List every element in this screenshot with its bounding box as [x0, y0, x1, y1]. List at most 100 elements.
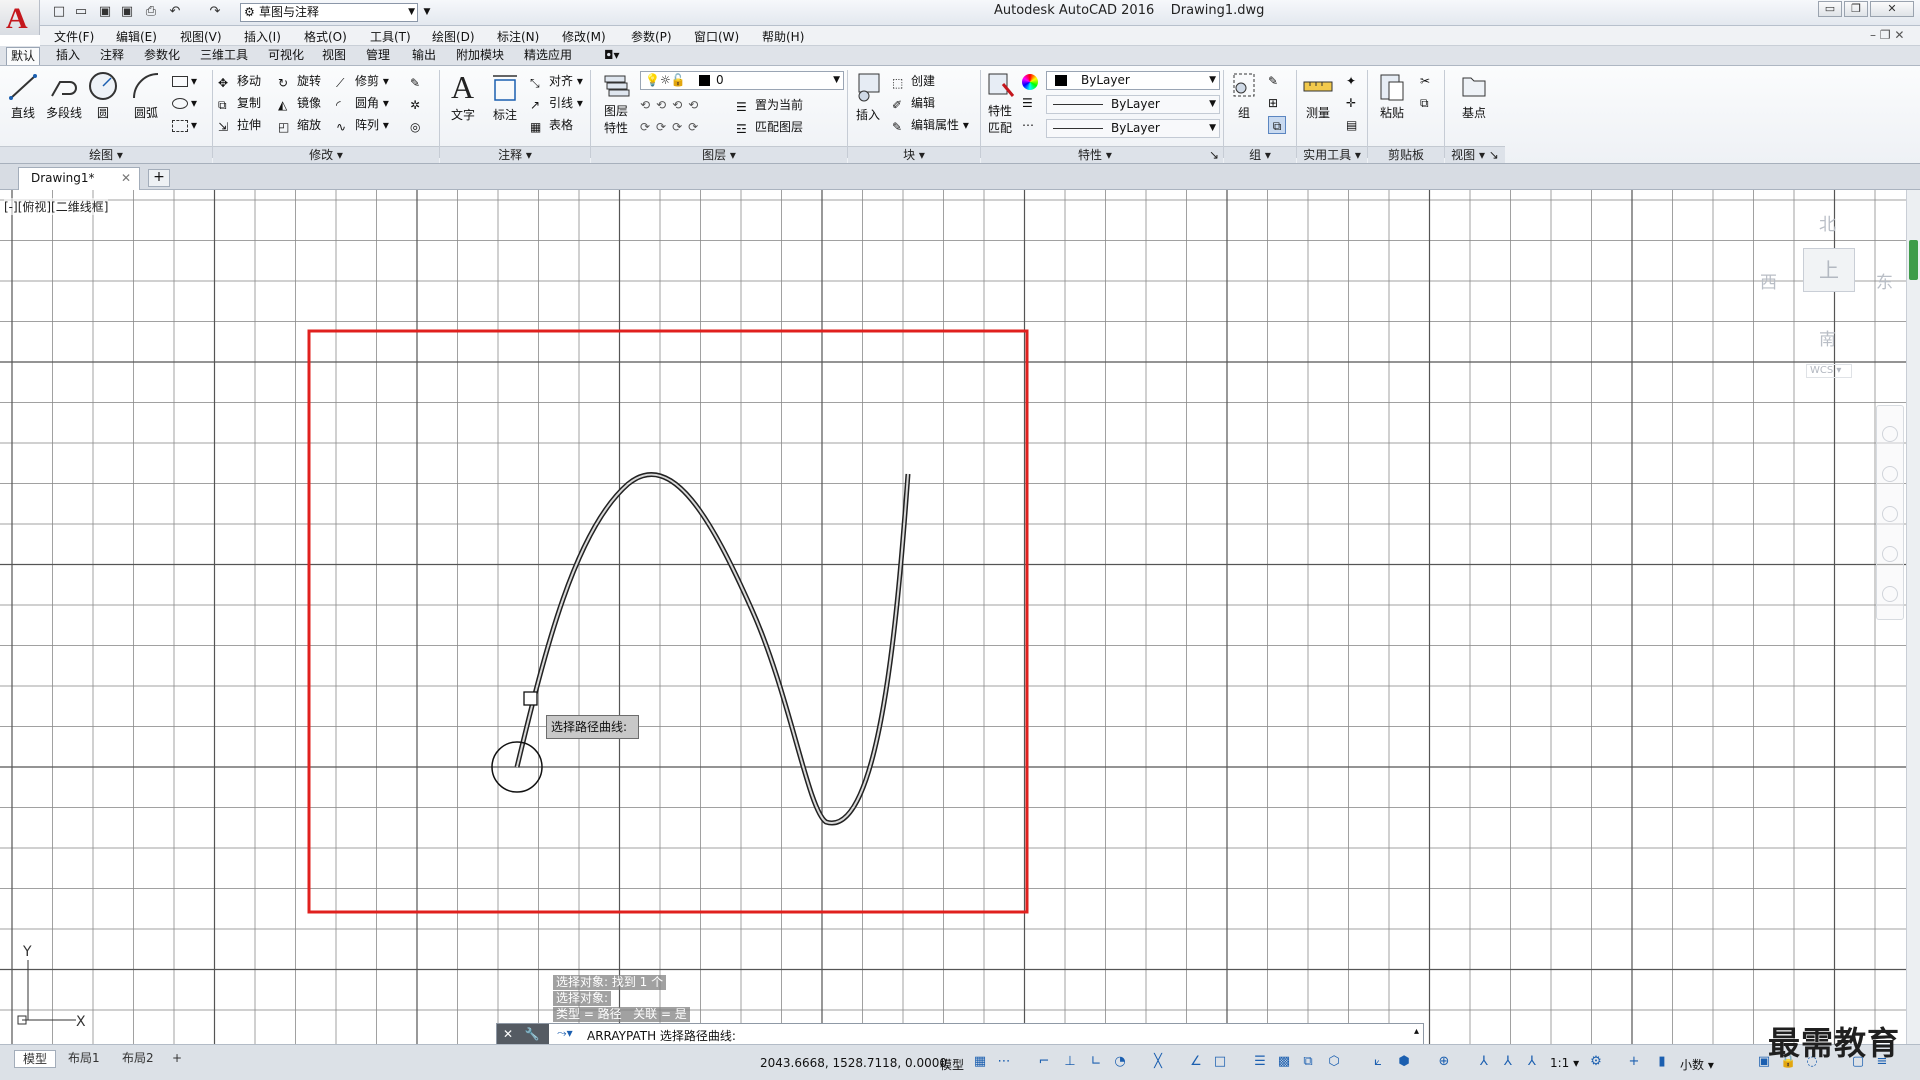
copy-button[interactable]: ⧉ 复制 [218, 94, 261, 112]
infer-constraints-icon[interactable]: ⌐ [1036, 1054, 1052, 1070]
viewcube-east[interactable]: 东 [1876, 268, 1893, 293]
3d-osnap-icon[interactable]: ⬡ [1326, 1054, 1342, 1070]
tab-output[interactable]: 输出 [408, 47, 440, 65]
point-icon[interactable]: ✛ [1346, 94, 1356, 112]
ungroup-icon[interactable]: ✎ [1268, 72, 1278, 90]
tab-default[interactable]: 默认 [6, 47, 41, 65]
viewcube-south[interactable]: 南 [1819, 325, 1836, 350]
erase-button[interactable]: ✎ [410, 72, 429, 90]
offset-button[interactable]: ◎ [410, 116, 429, 134]
modify-panel-title[interactable]: 修改 ▾ [213, 146, 439, 163]
match-layer-button[interactable]: ☲ 匹配图层 [736, 118, 803, 136]
tab-addins[interactable]: 附加模块 [452, 47, 508, 65]
edit-attributes-button[interactable]: ✎ 编辑属性 ▾ [892, 116, 969, 134]
color-wheel-icon[interactable] [1022, 72, 1041, 90]
circle-button[interactable]: 圆 [86, 70, 120, 121]
layer-tools-row-1[interactable]: ⟲⟲⟲⟲ [640, 96, 704, 114]
showmotion-icon[interactable] [1882, 586, 1898, 602]
draw-panel-title[interactable]: 绘图 ▾ [0, 146, 212, 163]
set-current-button[interactable]: ☰ 置为当前 [736, 96, 803, 114]
hatch-button[interactable]: ▾ [172, 116, 197, 134]
wcs-menu[interactable]: WCS ▾ [1806, 364, 1852, 378]
selection-cycling-icon[interactable]: ⧉ [1300, 1054, 1316, 1070]
view-panel-title[interactable]: 视图 ▾ ↘ [1445, 146, 1505, 163]
menu-modify[interactable]: 修改(M) [562, 28, 606, 45]
block-panel-title[interactable]: 块 ▾ [848, 146, 980, 163]
linetype-select[interactable]: ByLayer ▼ [1046, 95, 1220, 114]
groups-panel-title[interactable]: 组 ▾ [1224, 146, 1296, 163]
trim-button[interactable]: ⟋ 修剪 ▾ [336, 72, 389, 90]
snap-mode-icon[interactable]: ⋯ [996, 1054, 1012, 1070]
isometric-icon[interactable]: ╳ [1150, 1054, 1166, 1070]
dimension-button[interactable]: 标注 [486, 70, 524, 123]
close-button[interactable]: ✕ [1870, 1, 1914, 17]
mirror-button[interactable]: ◭ 镜像 [278, 94, 321, 112]
lineweight-select[interactable]: ByLayer ▼ [1046, 119, 1220, 138]
units-icon[interactable]: ▮ [1654, 1054, 1670, 1070]
insert-block-button[interactable]: 插入 [850, 70, 886, 123]
scale-button[interactable]: ◰ 缩放 [278, 116, 321, 134]
menu-file[interactable]: 文件(F) [54, 28, 94, 45]
layers-panel-title[interactable]: 图层 ▾ [591, 146, 847, 163]
lineweight-icon[interactable]: ⋯ [1022, 116, 1034, 134]
cut-icon[interactable]: ✂ [1420, 72, 1430, 90]
pan-icon[interactable] [1882, 466, 1898, 482]
annotation-scale-icon[interactable]: ⅄ [1524, 1054, 1540, 1070]
selection-filter-icon[interactable]: ⬢ [1396, 1054, 1412, 1070]
tab-layout2[interactable]: 布局2 [114, 1050, 162, 1068]
minimize-button[interactable]: ▭ [1818, 1, 1842, 17]
recent-commands-icon[interactable]: ⤳▾ [557, 1026, 573, 1041]
ortho-mode-icon[interactable]: ∟ [1088, 1054, 1104, 1070]
menu-view[interactable]: 视图(V) [180, 28, 222, 45]
transparency-icon[interactable]: ▩ [1276, 1054, 1292, 1070]
line-button[interactable]: 直线 [4, 70, 42, 121]
tab-insert[interactable]: 插入 [52, 47, 84, 65]
save-icon[interactable]: ▣ [96, 3, 114, 21]
match-properties-button[interactable]: 特性 匹配 [982, 70, 1018, 136]
tab-annotate[interactable]: 注释 [96, 47, 128, 65]
tab-layout1[interactable]: 布局1 [60, 1050, 108, 1068]
lineweight-display-icon[interactable]: ☰ [1252, 1054, 1268, 1070]
polar-tracking-icon[interactable]: ◔ [1112, 1054, 1128, 1070]
menu-window[interactable]: 窗口(W) [694, 28, 739, 45]
tab-view[interactable]: 视图 [318, 47, 350, 65]
layer-properties-button[interactable]: 图层 特性 [596, 70, 636, 136]
maximize-button[interactable]: ❐ [1844, 1, 1868, 17]
tab-visualize[interactable]: 可视化 [264, 47, 308, 65]
menu-parametric[interactable]: 参数(P) [631, 28, 672, 45]
layer-tools-row-2[interactable]: ⟳⟳⟳⟳ [640, 118, 704, 136]
stretch-button[interactable]: ⇲ 拉伸 [218, 116, 261, 134]
move-button[interactable]: ✥ 移动 [218, 72, 261, 90]
clipboard-panel-title[interactable]: 剪贴板 [1368, 146, 1444, 163]
explode-button[interactable]: ✲ [410, 94, 429, 112]
close-tab-icon[interactable]: ✕ [121, 168, 131, 189]
viewcube-top-face[interactable]: 上 [1803, 248, 1855, 292]
annotation-scale-select[interactable]: 1:1 ▾ [1550, 1056, 1579, 1070]
menu-tools[interactable]: 工具(T) [370, 28, 411, 45]
viewcube-north[interactable]: 北 [1819, 210, 1836, 235]
ellipse-button[interactable]: ▾ [172, 94, 197, 112]
navigation-bar[interactable] [1876, 405, 1904, 620]
units-select[interactable]: 小数 ▾ [1680, 1056, 1714, 1073]
orbit-icon[interactable] [1882, 546, 1898, 562]
text-button[interactable]: A 文字 [444, 70, 482, 123]
menu-dimension[interactable]: 标注(N) [497, 28, 539, 45]
base-view-button[interactable]: 基点 [1456, 70, 1492, 121]
copy-clip-icon[interactable]: ⧉ [1420, 94, 1429, 112]
command-line[interactable]: ✕ 🔧 ⤳▾ ARRAYPATH 选择路径曲线: ▴ [496, 1023, 1424, 1045]
app-menu-button[interactable]: A [0, 0, 40, 35]
object-snap-tracking-icon[interactable]: ∠ [1188, 1054, 1204, 1070]
menu-help[interactable]: 帮助(H) [762, 28, 804, 45]
customize-wrench-icon[interactable]: 🔧 [525, 1027, 540, 1041]
edit-block-button[interactable]: ✐ 编辑 [892, 94, 935, 112]
menu-edit[interactable]: 编辑(E) [116, 28, 157, 45]
array-button[interactable]: ∿ 阵列 ▾ [336, 116, 389, 134]
paste-button[interactable]: 粘贴 [1374, 70, 1410, 121]
undo-icon[interactable]: ↶ [166, 3, 184, 21]
redo-icon[interactable]: ↷ [206, 3, 224, 21]
arc-button[interactable]: 圆弧 [126, 70, 166, 121]
dynamic-input-icon[interactable]: ⊥ [1062, 1054, 1078, 1070]
annotation-monitor-icon[interactable]: + [1626, 1054, 1642, 1070]
dynamic-ucs-icon[interactable]: ⟀ [1370, 1054, 1386, 1070]
group-select-toggle[interactable]: ⧉ [1268, 116, 1286, 134]
